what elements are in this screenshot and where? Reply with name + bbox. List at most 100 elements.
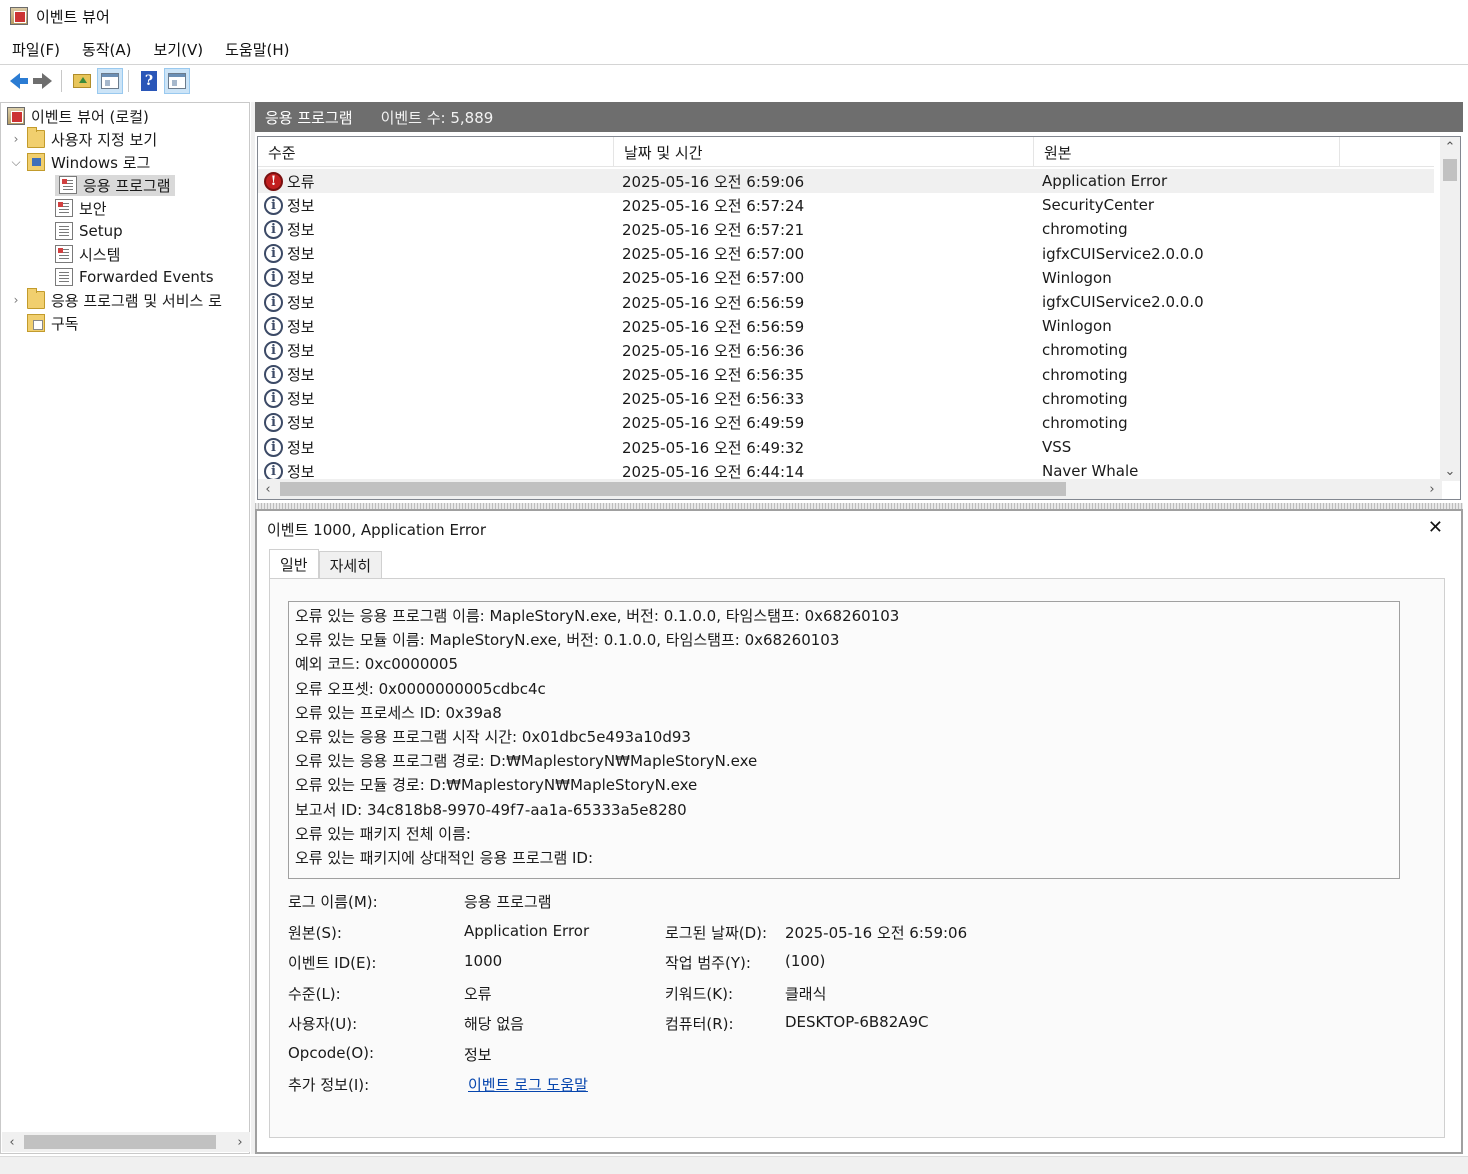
description-line: 예외 코드: 0xc0000005 [295, 655, 458, 674]
prop-opcode-label: Opcode(O): [288, 1044, 375, 1062]
log-title: 응용 프로그램 [265, 108, 353, 127]
table-row[interactable]: i 정보 2025-05-16 오전 6:56:59 igfxCUIService2.… [258, 290, 1434, 314]
column-datetime[interactable]: 날짜 및 시간 [614, 137, 1034, 167]
prop-level: 오류 [464, 985, 492, 1003]
info-icon: i [264, 340, 283, 360]
scroll-up-icon[interactable]: ⌃ [1440, 137, 1460, 157]
table-row[interactable]: i 정보 2025-05-16 오전 6:57:00 Winlogon [258, 266, 1434, 290]
tab-general[interactable]: 일반 [269, 549, 319, 579]
window-title: 이벤트 뷰어 [36, 7, 110, 26]
table-row[interactable]: i 정보 2025-05-16 오전 6:56:59 Winlogon [258, 314, 1434, 338]
cell-level: i 정보 [258, 340, 614, 361]
event-log-help-link[interactable]: 이벤트 로그 도움말 [468, 1074, 588, 1095]
list-horizontal-scrollbar[interactable]: ‹ › [258, 479, 1442, 499]
prop-source: Application Error [464, 922, 590, 940]
cell-level: i 정보 [258, 219, 614, 240]
tree-item-root[interactable]: 이벤트 뷰어 (로컬) [7, 105, 149, 127]
tree-item-forwarded-events[interactable]: Forwarded Events [55, 266, 214, 288]
folder-icon [27, 127, 45, 148]
event-description[interactable]: 오류 있는 응용 프로그램 이름: MapleStoryN.exe, 버전: 0… [288, 601, 1400, 879]
status-bar [0, 1156, 1468, 1174]
scroll-down-icon[interactable]: ⌄ [1440, 461, 1460, 481]
table-row[interactable]: ! 오류 2025-05-16 오전 6:59:06 Application Erro… [258, 169, 1434, 194]
back-arrow-icon [10, 73, 28, 89]
cell-datetime: 2025-05-16 오전 6:59:06 [622, 172, 805, 191]
menu-divider [0, 64, 1468, 65]
tab-details[interactable]: 자세히 [318, 551, 383, 579]
help-button[interactable]: ? [136, 68, 162, 94]
event-count: 이벤트 수: 5,889 [380, 108, 494, 127]
tree-horizontal-scrollbar[interactable]: ‹ › [2, 1132, 250, 1152]
close-icon[interactable]: ✕ [1428, 517, 1443, 538]
event-log-icon [55, 268, 73, 286]
cell-level: i 정보 [258, 195, 614, 216]
level-text: 정보 [287, 438, 315, 457]
event-log-icon [55, 245, 73, 263]
column-level[interactable]: 수준 [258, 137, 614, 167]
tree-item-windows-logs[interactable]: ⌵ Windows 로그 [9, 151, 150, 173]
action-pane-icon [168, 73, 186, 89]
up-folder-button[interactable] [69, 68, 95, 94]
table-row[interactable]: i 정보 2025-05-16 오전 6:57:21 chromoting [258, 217, 1434, 241]
info-icon: i [264, 365, 283, 385]
cell-datetime: 2025-05-16 오전 6:56:36 [622, 341, 805, 360]
menu-file[interactable]: 파일(F) [12, 39, 60, 60]
prop-keywords: 클래식 [785, 985, 827, 1003]
table-row[interactable]: i 정보 2025-05-16 오전 6:57:24 SecurityCenter [258, 193, 1434, 217]
menu-help[interactable]: 도움말(H) [225, 39, 289, 60]
tree-item-label: 응용 프로그램 및 서비스 로 [51, 291, 222, 310]
tree-item-subscriptions[interactable]: 구독 [27, 312, 79, 334]
chevron-right-icon[interactable]: › [9, 293, 23, 307]
info-icon: i [264, 244, 283, 264]
scrollbar-thumb[interactable] [280, 482, 1066, 496]
cell-source: chromoting [1042, 389, 1128, 408]
show-hide-action-pane-button[interactable] [164, 68, 190, 94]
event-list: 수준 날짜 및 시간 원본 ! 오류 2025-05-16 오전 6:59:06 Ap… [257, 136, 1461, 500]
tree-item-label: 이벤트 뷰어 (로컬) [31, 107, 149, 126]
cell-level: i 정보 [258, 292, 614, 313]
table-row[interactable]: i 정보 2025-05-16 오전 6:49:32 VSS [258, 435, 1434, 459]
column-source[interactable]: 원본 [1034, 137, 1340, 167]
scrollbar-thumb[interactable] [1443, 159, 1457, 181]
tree-item-application[interactable]: 응용 프로그램 [55, 174, 175, 196]
description-line: 오류 있는 모듈 이름: MapleStoryN.exe, 버전: 0.1.0.… [295, 631, 840, 650]
back-button[interactable] [2, 68, 28, 94]
scroll-right-icon[interactable]: › [230, 1132, 250, 1152]
chevron-right-icon[interactable]: › [9, 132, 23, 146]
tree-item-custom-views[interactable]: › 사용자 지정 보기 [9, 127, 157, 150]
cell-source: SecurityCenter [1042, 196, 1155, 215]
show-hide-tree-button[interactable] [97, 68, 123, 94]
table-row[interactable]: i 정보 2025-05-16 오전 6:56:35 chromoting [258, 363, 1434, 387]
scroll-left-icon[interactable]: ‹ [258, 479, 278, 499]
scroll-right-icon[interactable]: › [1422, 479, 1442, 499]
table-row[interactable]: i 정보 2025-05-16 오전 6:56:36 chromoting [258, 338, 1434, 362]
table-row[interactable]: i 정보 2025-05-16 오전 6:49:59 chromoting [258, 411, 1434, 435]
list-vertical-scrollbar[interactable]: ⌃ ⌄ [1440, 137, 1460, 481]
cell-datetime: 2025-05-16 오전 6:49:32 [622, 438, 805, 457]
chevron-down-icon[interactable]: ⌵ [9, 155, 23, 170]
tree-item-security[interactable]: 보안 [55, 197, 107, 219]
cell-source: igfxCUIService2.0.0.0 [1042, 293, 1204, 312]
tree-item-app-services[interactable]: › 응용 프로그램 및 서비스 로 [9, 288, 222, 311]
prop-logged: 2025-05-16 오전 6:59:06 [785, 924, 968, 942]
description-line: 오류 있는 응용 프로그램 이름: MapleStoryN.exe, 버전: 0… [295, 607, 900, 625]
table-row[interactable]: i 정보 2025-05-16 오전 6:56:33 chromoting [258, 387, 1434, 411]
scroll-left-icon[interactable]: ‹ [2, 1132, 22, 1152]
level-text: 정보 [287, 220, 315, 239]
forward-button[interactable] [30, 68, 56, 94]
info-icon: i [264, 316, 283, 336]
prop-computer: DESKTOP-6B82A9C [785, 1013, 929, 1031]
cell-level: i 정보 [258, 388, 614, 409]
scrollbar-thumb[interactable] [24, 1135, 216, 1149]
level-text: 정보 [287, 414, 315, 433]
title-bar: 이벤트 뷰어 [0, 0, 1468, 32]
info-icon: i [264, 219, 283, 239]
prop-event-id: 1000 [464, 952, 503, 970]
menu-view[interactable]: 보기(V) [154, 39, 204, 60]
event-log-icon [59, 176, 77, 194]
menu-action[interactable]: 동작(A) [82, 39, 132, 60]
prop-log-name: 응용 프로그램 [464, 893, 552, 911]
tree-item-system[interactable]: 시스템 [55, 243, 120, 265]
table-row[interactable]: i 정보 2025-05-16 오전 6:57:00 igfxCUIService2.… [258, 242, 1434, 266]
tree-item-setup[interactable]: Setup [55, 220, 123, 242]
